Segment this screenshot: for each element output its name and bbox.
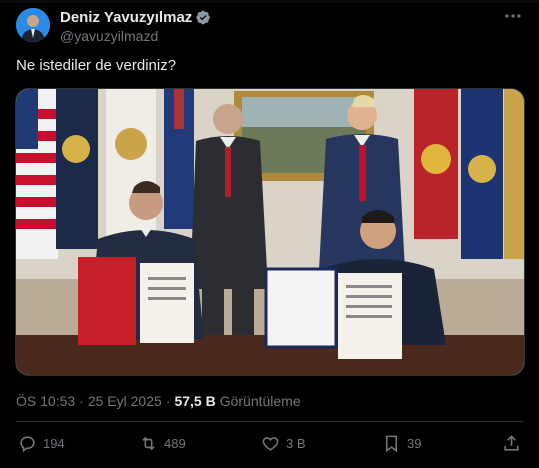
author-handle[interactable]: @yavuzyilmazd	[60, 28, 158, 44]
verified-badge-icon	[196, 10, 211, 25]
bookmark-count: 39	[407, 436, 422, 451]
share-button[interactable]	[502, 434, 521, 453]
avatar[interactable]	[16, 8, 50, 42]
meta-separator-2: ·	[165, 393, 171, 409]
views-label: Görüntüleme	[219, 393, 301, 409]
views-count: 57,5 B	[174, 393, 216, 409]
like-button[interactable]: 3 B	[261, 434, 306, 453]
repost-count: 489	[164, 436, 186, 451]
post-metadata: ÖS 10:53 · 25 Eyl 2025 · 57,5 B Görüntül…	[16, 393, 301, 409]
post-time[interactable]: ÖS 10:53	[16, 393, 75, 409]
reply-icon	[20, 436, 35, 453]
share-icon	[504, 435, 519, 451]
flag-usa-left	[16, 89, 58, 259]
post-photo[interactable]	[15, 88, 525, 376]
reply-count: 194	[43, 436, 65, 451]
author-name-row: Deniz Yavuzyılmaz	[60, 9, 211, 26]
author-display-name[interactable]: Deniz Yavuzyılmaz	[60, 9, 192, 26]
reply-button[interactable]: 194	[18, 434, 65, 453]
avatar-image	[16, 8, 50, 42]
meta-separator: ·	[79, 393, 84, 409]
repost-icon	[142, 436, 155, 451]
post-text: Ne istediler de verdiniz?	[16, 57, 177, 74]
top-edge	[0, 0, 539, 3]
bookmark-icon	[385, 435, 398, 453]
bookmark-button[interactable]: 39	[382, 434, 421, 453]
repost-button[interactable]: 489	[139, 434, 186, 453]
action-bar: 194 489 3 B 39	[16, 434, 523, 456]
photo-illustration	[16, 89, 524, 375]
like-count: 3 B	[286, 436, 306, 451]
more-options-icon[interactable]	[503, 8, 523, 24]
divider	[16, 421, 523, 422]
post-date[interactable]: 25 Eyl 2025	[88, 393, 162, 409]
heart-icon	[262, 437, 279, 451]
